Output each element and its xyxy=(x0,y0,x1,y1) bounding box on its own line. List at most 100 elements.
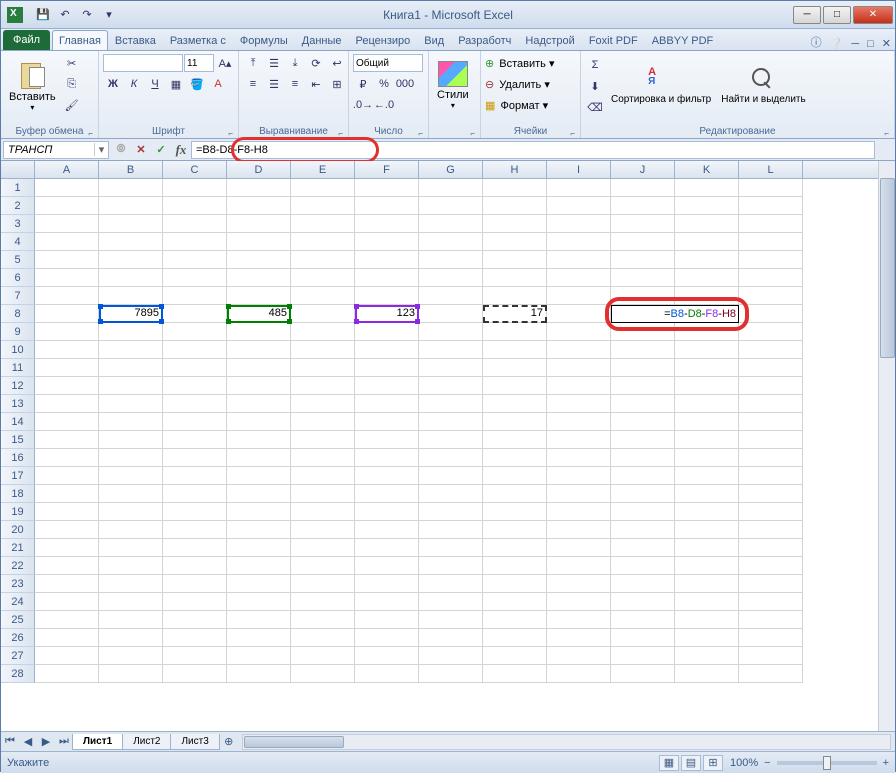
cell-L18[interactable] xyxy=(739,485,803,503)
new-sheet-button[interactable]: ⊕ xyxy=(221,734,237,750)
cell-B18[interactable] xyxy=(99,485,163,503)
row-header-21[interactable]: 21 xyxy=(1,539,35,557)
cell-H19[interactable] xyxy=(483,503,547,521)
row-header-28[interactable]: 28 xyxy=(1,665,35,683)
row-header-1[interactable]: 1 xyxy=(1,179,35,197)
fill-color-button[interactable]: 🪣 xyxy=(187,74,207,94)
cell-L5[interactable] xyxy=(739,251,803,269)
align-bottom-button[interactable]: ⤓ xyxy=(285,53,305,73)
cell-D9[interactable] xyxy=(227,323,291,341)
cell-E9[interactable] xyxy=(291,323,355,341)
cell-K22[interactable] xyxy=(675,557,739,575)
cell-E6[interactable] xyxy=(291,269,355,287)
cell-B2[interactable] xyxy=(99,197,163,215)
col-header-F[interactable]: F xyxy=(355,161,419,178)
cell-C28[interactable] xyxy=(163,665,227,683)
number-format-select[interactable]: Общий xyxy=(353,54,423,72)
merge-button[interactable]: ⊞ xyxy=(327,74,347,94)
cell-B3[interactable] xyxy=(99,215,163,233)
cell-I23[interactable] xyxy=(547,575,611,593)
cell-H22[interactable] xyxy=(483,557,547,575)
align-right-button[interactable]: ≡ xyxy=(285,74,305,94)
col-header-C[interactable]: C xyxy=(163,161,227,178)
cell-E12[interactable] xyxy=(291,377,355,395)
cell-H28[interactable] xyxy=(483,665,547,683)
cell-G27[interactable] xyxy=(419,647,483,665)
cell-I7[interactable] xyxy=(547,287,611,305)
cell-G8[interactable] xyxy=(419,305,483,323)
cell-C22[interactable] xyxy=(163,557,227,575)
row-header-3[interactable]: 3 xyxy=(1,215,35,233)
sort-filter-button[interactable]: Сортировка и фильтр xyxy=(607,53,715,117)
cell-I9[interactable] xyxy=(547,323,611,341)
zoom-slider[interactable] xyxy=(777,761,877,765)
cell-C6[interactable] xyxy=(163,269,227,287)
cell-D16[interactable] xyxy=(227,449,291,467)
cell-A23[interactable] xyxy=(35,575,99,593)
zoom-out-button[interactable]: − xyxy=(764,757,770,769)
chevron-down-icon[interactable]: ▾ xyxy=(94,143,108,156)
cell-E23[interactable] xyxy=(291,575,355,593)
cell-E22[interactable] xyxy=(291,557,355,575)
autosum-button[interactable]: Σ xyxy=(585,55,605,75)
cell-E21[interactable] xyxy=(291,539,355,557)
cell-F28[interactable] xyxy=(355,665,419,683)
cell-C1[interactable] xyxy=(163,179,227,197)
cell-L20[interactable] xyxy=(739,521,803,539)
zoom-in-button[interactable]: + xyxy=(883,757,889,769)
cell-C16[interactable] xyxy=(163,449,227,467)
cell-B15[interactable] xyxy=(99,431,163,449)
cell-I13[interactable] xyxy=(547,395,611,413)
cell-L2[interactable] xyxy=(739,197,803,215)
cell-I26[interactable] xyxy=(547,629,611,647)
vertical-scrollbar[interactable] xyxy=(878,161,895,731)
cut-button[interactable]: ✂ xyxy=(62,53,82,73)
cell-J26[interactable] xyxy=(611,629,675,647)
cell-F23[interactable] xyxy=(355,575,419,593)
cell-H13[interactable] xyxy=(483,395,547,413)
cell-L26[interactable] xyxy=(739,629,803,647)
cell-I16[interactable] xyxy=(547,449,611,467)
col-header-H[interactable]: H xyxy=(483,161,547,178)
cell-E2[interactable] xyxy=(291,197,355,215)
row-header-25[interactable]: 25 xyxy=(1,611,35,629)
cell-G5[interactable] xyxy=(419,251,483,269)
row-header-5[interactable]: 5 xyxy=(1,251,35,269)
cancel-formula-button[interactable]: ✕ xyxy=(131,141,151,159)
cell-H15[interactable] xyxy=(483,431,547,449)
cell-E26[interactable] xyxy=(291,629,355,647)
clear-button[interactable]: ⌫ xyxy=(585,97,605,117)
cell-I12[interactable] xyxy=(547,377,611,395)
cell-I5[interactable] xyxy=(547,251,611,269)
row-header-26[interactable]: 26 xyxy=(1,629,35,647)
row-header-7[interactable]: 7 xyxy=(1,287,35,305)
cell-B7[interactable] xyxy=(99,287,163,305)
formula-input[interactable]: =B8-D8-F8-H8 xyxy=(191,141,875,159)
cell-F17[interactable] xyxy=(355,467,419,485)
cell-G3[interactable] xyxy=(419,215,483,233)
cell-J19[interactable] xyxy=(611,503,675,521)
tab-abbyy[interactable]: ABBYY PDF xyxy=(645,30,721,50)
tab-home[interactable]: Главная xyxy=(52,30,108,50)
qat-customize-icon[interactable]: ▾ xyxy=(99,5,119,25)
cell-J24[interactable] xyxy=(611,593,675,611)
cell-C24[interactable] xyxy=(163,593,227,611)
orientation-button[interactable]: ⟳ xyxy=(306,53,326,73)
cell-H2[interactable] xyxy=(483,197,547,215)
zoom-level[interactable]: 100% xyxy=(730,757,758,769)
cell-A15[interactable] xyxy=(35,431,99,449)
cell-L16[interactable] xyxy=(739,449,803,467)
cell-A16[interactable] xyxy=(35,449,99,467)
cell-C14[interactable] xyxy=(163,413,227,431)
row-header-17[interactable]: 17 xyxy=(1,467,35,485)
cell-H18[interactable] xyxy=(483,485,547,503)
cell-B4[interactable] xyxy=(99,233,163,251)
cell-J17[interactable] xyxy=(611,467,675,485)
cell-A7[interactable] xyxy=(35,287,99,305)
enter-formula-button[interactable]: ✓ xyxy=(151,141,171,159)
font-size-select[interactable]: 11 xyxy=(184,54,214,72)
cell-D15[interactable] xyxy=(227,431,291,449)
cell-A14[interactable] xyxy=(35,413,99,431)
cell-L19[interactable] xyxy=(739,503,803,521)
cell-A5[interactable] xyxy=(35,251,99,269)
